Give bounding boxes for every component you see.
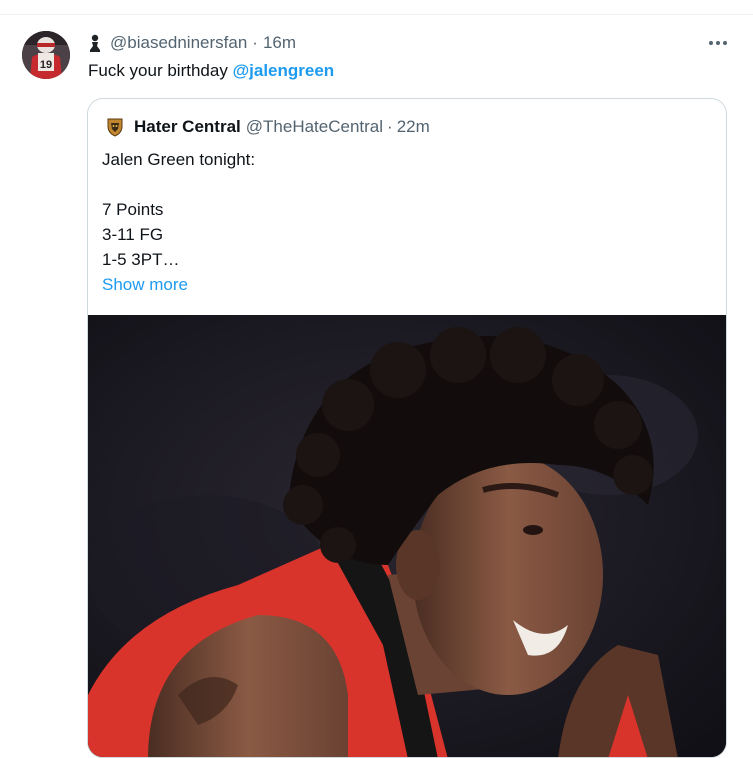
author-handle[interactable]: @biasedninersfan (110, 33, 247, 53)
avatar-image: 19 (22, 31, 70, 79)
tweet-header: @biasedninersfan · 16m (88, 32, 296, 54)
quote-timestamp[interactable]: 22m (397, 117, 430, 137)
timeline-divider (0, 14, 753, 15)
player-photo (88, 315, 726, 757)
avatar[interactable]: 19 (22, 31, 70, 79)
pawn-icon (88, 34, 102, 52)
quote-text: Jalen Green tonight: 7 Points 3-11 FG 1-… (102, 147, 702, 297)
quote-text-line: Jalen Green tonight: (102, 150, 256, 169)
tweet-timestamp[interactable]: 16m (263, 33, 296, 53)
quote-header: Hater Central @TheHateCentral · 22m (105, 116, 430, 138)
tweet-text: Fuck your birthday @jalengreen (88, 60, 334, 82)
avatar-jersey-number: 19 (40, 59, 52, 71)
quote-text-line: 7 Points (102, 200, 164, 219)
quote-author-name[interactable]: Hater Central (134, 117, 241, 137)
quote-text-line: 3-11 FG (102, 225, 164, 244)
quote-author-handle[interactable]: @TheHateCentral (246, 117, 383, 137)
mention-link[interactable]: @jalengreen (233, 61, 335, 80)
more-dots-icon[interactable] (706, 34, 730, 52)
quoted-tweet[interactable]: Hater Central @TheHateCentral · 22m Jale… (87, 98, 727, 758)
show-more-link[interactable]: Show more (102, 272, 702, 297)
header-separator: · (252, 33, 258, 52)
quote-text-line (102, 172, 702, 197)
shield-logo-icon (105, 117, 125, 137)
quote-media-photo[interactable] (88, 315, 726, 757)
quote-text-line: 1-5 3PT… (102, 250, 180, 269)
tweet-text-body: Fuck your birthday (88, 61, 233, 80)
quote-header-separator: · (387, 117, 393, 136)
